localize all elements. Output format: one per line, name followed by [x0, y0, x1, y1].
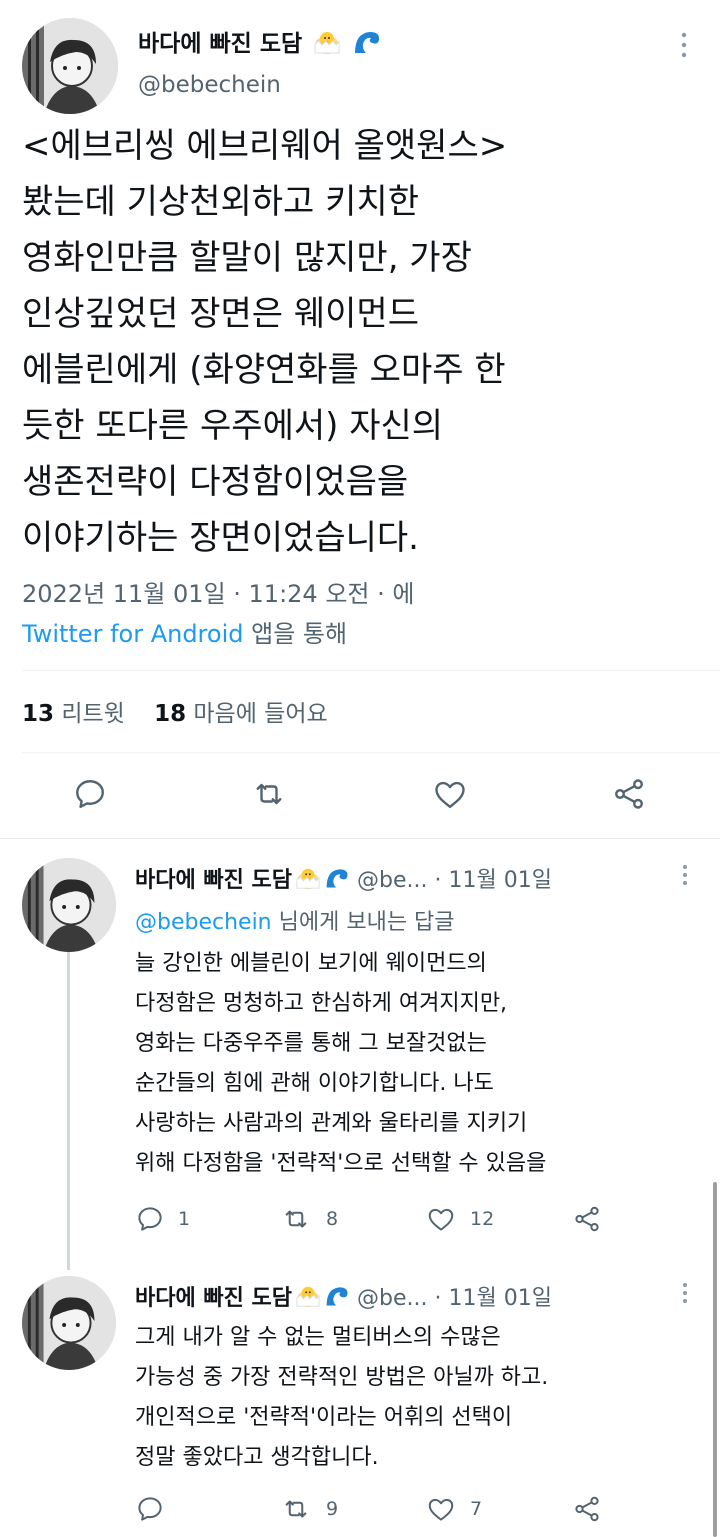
tweet-meta: 2022년 11월 01일 · 11:24 오전 · 에 Twitter for…	[22, 574, 414, 654]
more-options-icon[interactable]	[676, 1280, 694, 1310]
reply-header: 바다에 빠진 도담 @be... · 11월 01일	[135, 1280, 552, 1314]
scrollbar[interactable]	[713, 1182, 717, 1537]
reply-text-line: 순간들의 힘에 관해 이야기합니다. 나도	[135, 1071, 494, 1096]
reply-text-line: 다정함은 멍청하고 한심하게 여겨지지만,	[135, 991, 508, 1016]
reply-text-line: 위해 다정함을 '전략적'으로 선택할 수 있음을	[135, 1151, 547, 1176]
tweet-text-line: 이야기하는 장면이었습니다.	[22, 518, 419, 558]
tweet-actions	[0, 770, 720, 820]
reply-avatar[interactable]	[22, 1276, 116, 1370]
reply-count: 1	[178, 1208, 191, 1230]
replying-to: @bebechein 님에게 보내는 답글	[135, 904, 455, 936]
like-icon[interactable]	[432, 776, 468, 812]
reply-text-line: 영화는 다중우주를 통해 그 보잘것없는	[135, 1031, 487, 1056]
avatar-image	[22, 18, 118, 114]
more-options-icon[interactable]	[676, 862, 694, 892]
retweet-count: 13	[22, 701, 55, 727]
retweet-icon[interactable]	[280, 1494, 312, 1524]
tweet-source: Twitter for Android 앱을 통해	[22, 614, 414, 654]
reply-handle[interactable]: @be...	[357, 1286, 427, 1311]
avatar-image	[22, 1276, 116, 1370]
divider	[22, 670, 720, 671]
tweet-stats: 13 리트윗 18 마음에 들어요	[22, 694, 328, 728]
reply-icon[interactable]	[135, 1494, 165, 1524]
tweet-text-line: 영화인만큼 할말이 많지만, 가장	[22, 238, 472, 278]
author-avatar[interactable]	[22, 18, 118, 114]
reply-avatar[interactable]	[22, 858, 116, 952]
hatching-chick-icon	[295, 1284, 321, 1314]
retweet-icon[interactable]	[280, 1204, 312, 1234]
reply-date[interactable]: · 11월 01일	[434, 1286, 551, 1311]
tweet-text-line: 생존전략이 다정함이었음을	[22, 462, 409, 502]
hatching-chick-icon	[313, 29, 341, 61]
tweet-text-line: <에브리씽 에브리웨어 올앳원스>	[22, 126, 508, 166]
reply-actions: 1 8 12	[130, 1200, 720, 1240]
like-stat[interactable]: 18 마음에 들어요	[154, 701, 328, 727]
avatar-image	[22, 858, 116, 952]
reply-icon[interactable]	[72, 776, 108, 812]
source-suffix: 앱을 통해	[243, 620, 348, 648]
section-separator	[0, 838, 720, 839]
more-options-icon[interactable]	[674, 30, 694, 60]
reply-handle[interactable]: @be...	[357, 868, 427, 893]
reply-text-line: 늘 강인한 에블린이 보기에 웨이먼드의	[135, 951, 487, 976]
author-name-text: 바다에 빠진 도담	[138, 31, 303, 57]
retweet-icon[interactable]	[250, 776, 288, 812]
reply-actions: 9 7	[130, 1490, 720, 1530]
reply-icon[interactable]	[135, 1204, 165, 1234]
water-wave-icon	[324, 1284, 350, 1314]
like-icon[interactable]	[426, 1494, 456, 1524]
share-icon[interactable]	[572, 1494, 602, 1524]
water-wave-icon	[352, 29, 382, 61]
tweet-text-line: 인상깊었던 장면은 웨이먼드	[22, 294, 419, 334]
tweet-text-line: 에블린에게 (화양연화를 오마주 한	[22, 350, 506, 390]
hatching-chick-icon	[295, 866, 321, 896]
reply-header: 바다에 빠진 도담 @be... · 11월 01일	[135, 862, 552, 896]
retweet-stat[interactable]: 13 리트윗	[22, 701, 125, 727]
divider	[22, 752, 720, 753]
author-handle[interactable]: @bebechein	[138, 72, 281, 98]
reply-text: 그게 내가 알 수 없는 멀티버스의 수많은 가능성 중 가장 전략적인 방법은…	[135, 1318, 548, 1478]
reply-text-line: 정말 좋았다고 생각합니다.	[135, 1445, 379, 1470]
author-name[interactable]: 바다에 빠진 도담	[138, 24, 382, 61]
like-label: 마음에 들어요	[193, 701, 328, 727]
like-count: 7	[470, 1498, 483, 1520]
tweet-text: <에브리씽 에브리웨어 올앳원스> 봤는데 기상천외하고 키치한 영화인만큼 할…	[22, 118, 712, 566]
reply-text-line: 사랑하는 사람과의 관계와 울타리를 지키기	[135, 1111, 528, 1136]
reply-text-line: 그게 내가 알 수 없는 멀티버스의 수많은	[135, 1325, 501, 1350]
reply-author-name[interactable]: 바다에 빠진 도담	[135, 868, 292, 893]
share-icon[interactable]	[572, 1204, 602, 1234]
reply-to-handle[interactable]: @bebechein	[135, 910, 272, 935]
reply-date[interactable]: · 11월 01일	[434, 868, 551, 893]
reply-text-line: 가능성 중 가장 전략적인 방법은 아닐까 하고.	[135, 1365, 549, 1390]
like-count: 18	[154, 701, 187, 727]
like-count: 12	[470, 1208, 495, 1230]
retweet-count: 8	[326, 1208, 339, 1230]
tweet-timestamp[interactable]: 2022년 11월 01일 · 11:24 오전 · 에	[22, 574, 414, 614]
source-app-link[interactable]: Twitter for Android	[22, 620, 243, 648]
reply-text-line: 개인적으로 '전략적'이라는 어휘의 선택이	[135, 1405, 513, 1430]
retweet-label: 리트윗	[61, 701, 125, 727]
water-wave-icon	[324, 866, 350, 896]
tweet-text-line: 봤는데 기상천외하고 키치한	[22, 182, 419, 222]
thread-connector	[67, 952, 70, 1270]
reply-author-name[interactable]: 바다에 빠진 도담	[135, 1286, 292, 1311]
reply-to-suffix: 님에게 보내는 답글	[271, 910, 455, 935]
share-icon[interactable]	[611, 776, 647, 812]
like-icon[interactable]	[426, 1204, 456, 1234]
reply-text: 늘 강인한 에블린이 보기에 웨이먼드의 다정함은 멍청하고 한심하게 여겨지지…	[135, 944, 546, 1184]
tweet-text-line: 듯한 또다른 우주에서) 자신의	[22, 406, 444, 446]
retweet-count: 9	[326, 1498, 339, 1520]
